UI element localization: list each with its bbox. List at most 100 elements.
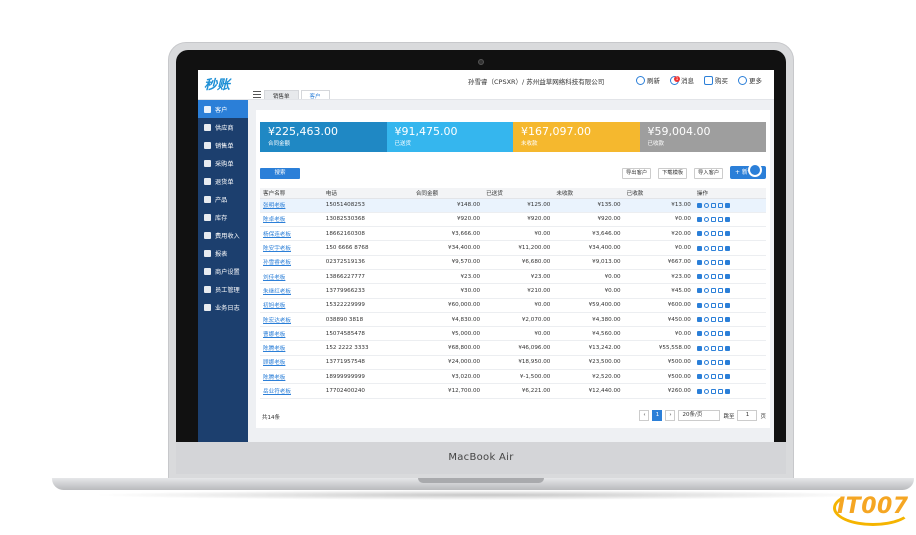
customer-name-link[interactable]: 刘佳老板: [260, 269, 323, 285]
table-row[interactable]: 陈安宇老板 150 6666 8768 ¥34,400.00 ¥11,200.00 ¥3…: [260, 240, 766, 256]
ban-icon[interactable]: [703, 331, 709, 337]
yen-icon[interactable]: [717, 374, 723, 380]
ban-icon[interactable]: [703, 359, 709, 365]
edit-icon[interactable]: [710, 388, 716, 394]
goto-page-input[interactable]: 1: [737, 410, 758, 421]
edit-icon[interactable]: [710, 245, 716, 251]
ban-icon[interactable]: [703, 216, 709, 222]
edit-icon[interactable]: [710, 359, 716, 365]
customer-name-link[interactable]: 岳业符老板: [260, 383, 323, 399]
yen-icon[interactable]: [717, 231, 723, 237]
truck-icon[interactable]: [724, 345, 730, 351]
table-row[interactable]: 杨保连老板 18662160308 ¥3,666.00 ¥0.00 ¥3,646.00 ¥…: [260, 226, 766, 242]
col-unpaid[interactable]: 未收款: [553, 188, 624, 199]
table-row[interactable]: 孙雪睿老板 02372519136 ¥9,570.00 ¥6,680.00 ¥9,013…: [260, 255, 766, 270]
yen-icon[interactable]: [717, 245, 723, 251]
sidebar-item-staff[interactable]: 员工管理: [198, 280, 248, 298]
edit-icon[interactable]: [710, 317, 716, 323]
page-size-select[interactable]: 20条/页: [678, 410, 721, 421]
menu-toggle-icon[interactable]: [253, 91, 261, 98]
table-row[interactable]: 初旭老板 15322229999 ¥60,000.00 ¥0.00 ¥59,400.00…: [260, 298, 766, 313]
customer-name-link[interactable]: 陈宏达老板: [260, 312, 323, 328]
sidebar-item-suppliers[interactable]: 供应商: [198, 118, 248, 136]
floating-action-icon[interactable]: [748, 163, 762, 177]
sidebar-item-settings[interactable]: 商户设置: [198, 262, 248, 280]
check-icon[interactable]: [696, 231, 702, 237]
truck-icon[interactable]: [724, 317, 730, 323]
table-row[interactable]: 陈宏达老板 038890 3818 ¥4,830.00 ¥2,070.00 ¥4,380…: [260, 312, 766, 328]
sidebar-item-logs[interactable]: 业务日志: [198, 298, 248, 316]
ban-icon[interactable]: [703, 317, 709, 323]
customer-name-link[interactable]: 朱继红老板: [260, 283, 323, 299]
table-row[interactable]: 朱继红老板 13779966233 ¥30.00 ¥210.00 ¥0.00 ¥45.00: [260, 283, 766, 299]
edit-icon[interactable]: [710, 345, 716, 351]
messages-button[interactable]: 1 消息: [670, 75, 694, 85]
customer-name-link[interactable]: 张明老板: [260, 198, 323, 213]
import-button[interactable]: 导入客户: [694, 168, 724, 179]
sidebar-item-inventory[interactable]: 库存: [198, 208, 248, 226]
truck-icon[interactable]: [724, 388, 730, 394]
check-icon[interactable]: [696, 345, 702, 351]
truck-icon[interactable]: [724, 288, 730, 294]
truck-icon[interactable]: [724, 274, 730, 280]
customer-name-link[interactable]: 陈卓老板: [260, 212, 323, 228]
truck-icon[interactable]: [724, 374, 730, 380]
check-icon[interactable]: [696, 302, 702, 308]
table-row[interactable]: 岳业符老板 17702400240 ¥12,700.00 ¥6,221.00 ¥12,4…: [260, 383, 766, 399]
sidebar-item-finance[interactable]: 费用收入: [198, 226, 248, 244]
sidebar-item-sales-orders[interactable]: 销售单: [198, 136, 248, 154]
prev-page-button[interactable]: ‹: [639, 410, 650, 421]
yen-icon[interactable]: [717, 359, 723, 365]
ban-icon[interactable]: [703, 202, 709, 208]
ban-icon[interactable]: [703, 259, 709, 265]
truck-icon[interactable]: [724, 359, 730, 365]
table-row[interactable]: 刘佳老板 13866227777 ¥23.00 ¥23.00 ¥0.00 ¥23.00: [260, 269, 766, 285]
sidebar-item-purchase-orders[interactable]: 采购单: [198, 154, 248, 172]
col-phone[interactable]: 电话: [322, 188, 413, 199]
tab-sales-order[interactable]: 销售单: [264, 90, 299, 100]
export-button[interactable]: 导出客户: [622, 168, 652, 179]
check-icon[interactable]: [696, 202, 702, 208]
yen-icon[interactable]: [717, 259, 723, 265]
edit-icon[interactable]: [710, 259, 716, 265]
page-1-button[interactable]: 1: [652, 410, 663, 421]
yen-icon[interactable]: [717, 302, 723, 308]
yen-icon[interactable]: [717, 331, 723, 337]
refresh-button[interactable]: 刷新: [636, 75, 660, 85]
col-paid[interactable]: 已收款: [623, 188, 694, 199]
table-row[interactable]: 张明老板 15051408253 ¥148.00 ¥125.00 ¥135.00 ¥13.…: [260, 198, 766, 213]
ban-icon[interactable]: [703, 288, 709, 294]
yen-icon[interactable]: [717, 202, 723, 208]
ban-icon[interactable]: [703, 302, 709, 308]
check-icon[interactable]: [696, 259, 702, 265]
edit-icon[interactable]: [710, 231, 716, 237]
truck-icon[interactable]: [724, 202, 730, 208]
truck-icon[interactable]: [724, 259, 730, 265]
yen-icon[interactable]: [717, 274, 723, 280]
customer-name-link[interactable]: 孙雪睿老板: [260, 255, 323, 270]
check-icon[interactable]: [696, 374, 702, 380]
sidebar-item-customers[interactable]: 客户: [198, 100, 248, 118]
sidebar-item-products[interactable]: 产品: [198, 190, 248, 208]
customer-name-link[interactable]: 陈腾老板: [260, 369, 323, 385]
customer-name-link[interactable]: 曹娜老板: [260, 326, 323, 342]
table-row[interactable]: 陈腾老板 152 2222 3333 ¥68,800.00 ¥46,096.00 ¥13…: [260, 340, 766, 356]
yen-icon[interactable]: [717, 388, 723, 394]
edit-icon[interactable]: [710, 202, 716, 208]
truck-icon[interactable]: [724, 331, 730, 337]
ban-icon[interactable]: [703, 345, 709, 351]
download-template-button[interactable]: 下载模板: [658, 168, 688, 179]
check-icon[interactable]: [696, 288, 702, 294]
edit-icon[interactable]: [710, 302, 716, 308]
sidebar-item-returns[interactable]: 退货单: [198, 172, 248, 190]
check-icon[interactable]: [696, 388, 702, 394]
ban-icon[interactable]: [703, 245, 709, 251]
customer-name-link[interactable]: 陈安宇老板: [260, 240, 323, 256]
check-icon[interactable]: [696, 331, 702, 337]
ban-icon[interactable]: [703, 388, 709, 394]
table-row[interactable]: 陈卓老板 13082530368 ¥920.00 ¥920.00 ¥920.00 ¥0.0…: [260, 212, 766, 228]
company-info[interactable]: 孙雪睿（CPSXR）/ 苏州益草网络科技有限公司: [468, 76, 604, 86]
ban-icon[interactable]: [703, 231, 709, 237]
ban-icon[interactable]: [703, 374, 709, 380]
tab-customers[interactable]: 客户: [300, 90, 330, 100]
